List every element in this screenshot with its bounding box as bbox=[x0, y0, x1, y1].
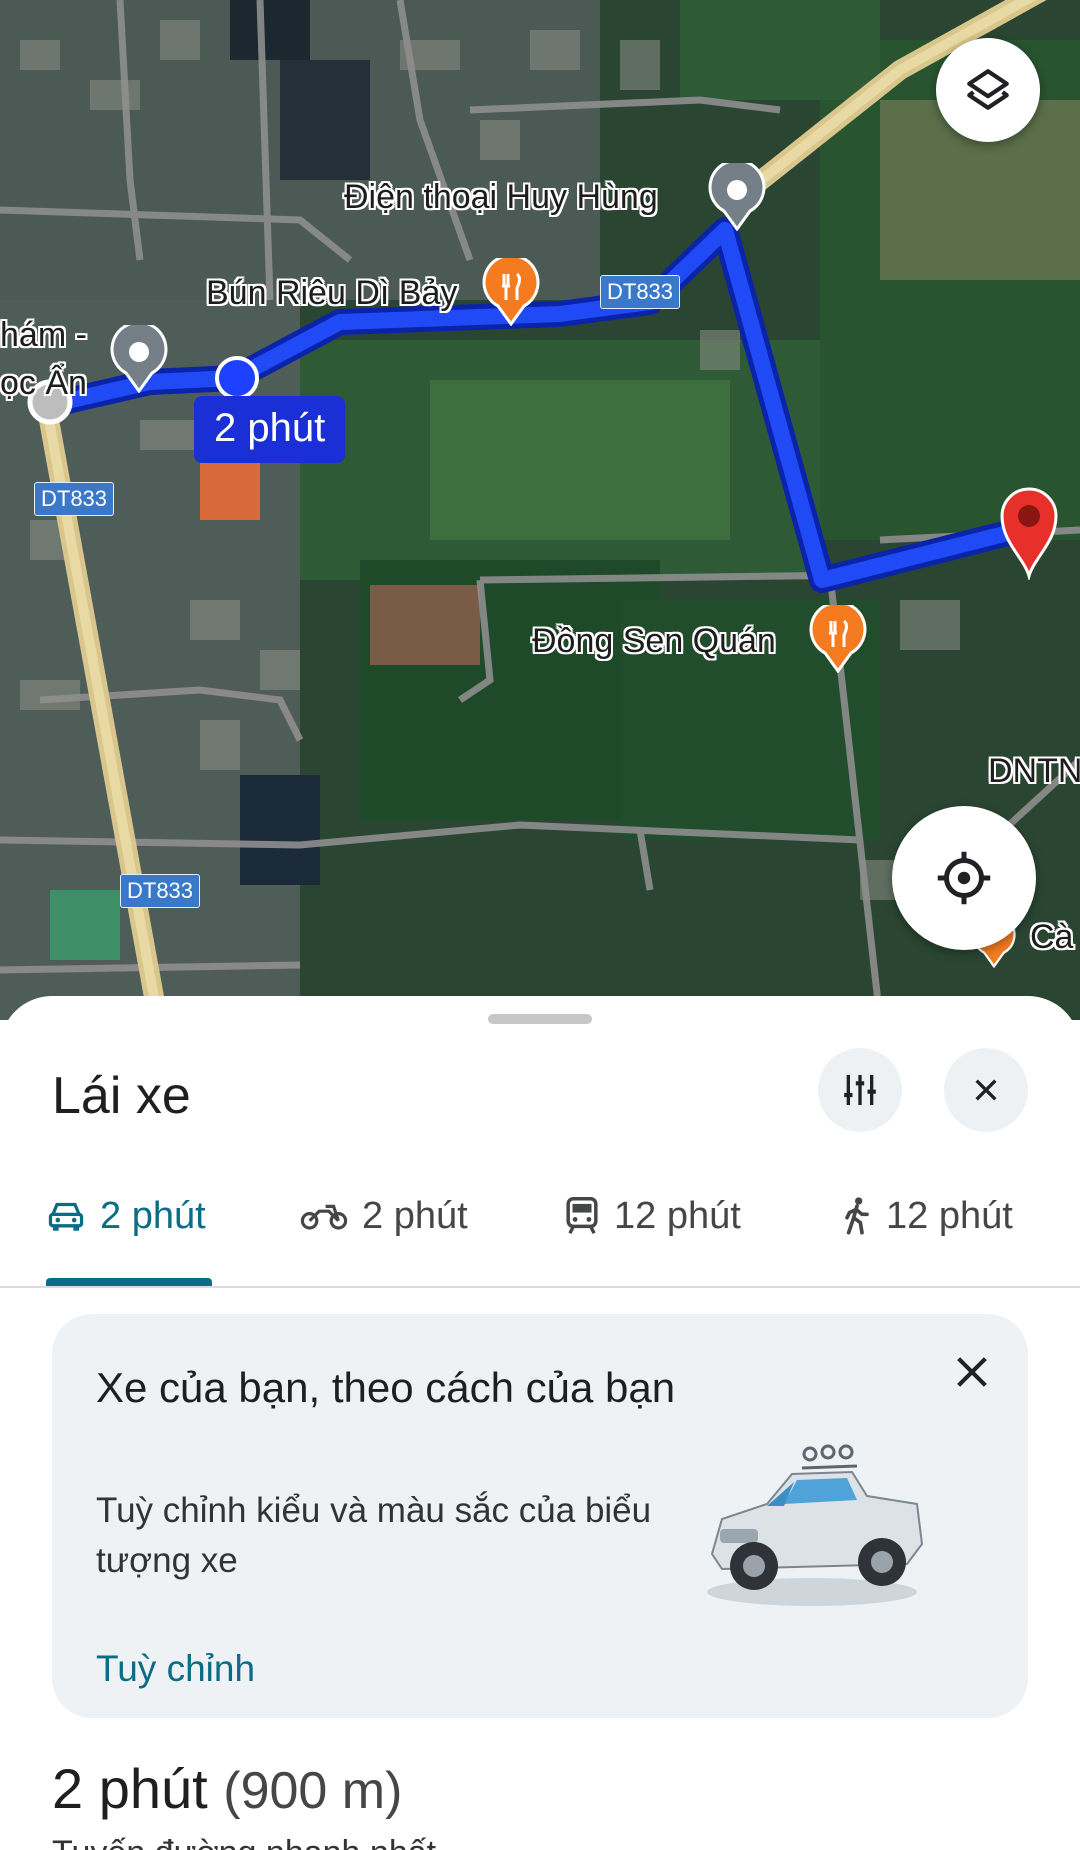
layers-button[interactable] bbox=[936, 38, 1040, 142]
walk-icon bbox=[842, 1196, 872, 1236]
customize-link[interactable]: Tuỳ chỉnh bbox=[96, 1648, 255, 1690]
close-directions-button[interactable] bbox=[944, 1048, 1028, 1132]
selected-tab-indicator bbox=[46, 1278, 212, 1286]
tune-icon bbox=[844, 1075, 876, 1105]
travel-mode-tabs: 2 phút 2 phút 12 phút 12 phút bbox=[0, 1186, 1080, 1290]
layers-icon bbox=[967, 69, 1009, 110]
destination-pin-icon[interactable] bbox=[994, 480, 1064, 582]
restaurant-pin-icon[interactable] bbox=[809, 600, 867, 674]
close-icon bbox=[957, 1357, 987, 1387]
restaurant-pin-icon[interactable] bbox=[482, 253, 540, 327]
tabs-divider bbox=[0, 1286, 1080, 1288]
route-summary[interactable]: 2 phút (900 m) bbox=[52, 1756, 402, 1821]
transit-icon bbox=[564, 1197, 600, 1235]
my-location-icon bbox=[937, 851, 991, 905]
sheet-title: Lái xe bbox=[52, 1067, 191, 1125]
directions-sheet: Lái xe 2 phút 2 phút 12 phút 12 phút Xe … bbox=[0, 996, 1080, 1850]
promo-close-button[interactable] bbox=[944, 1344, 1000, 1400]
gray-poi-pin-icon[interactable] bbox=[110, 320, 168, 394]
map-view[interactable]: Điện thoại Huy Hùng Bún Riêu Dì Bảy Đồng… bbox=[0, 0, 1080, 1020]
map-label-left-place-bottom[interactable]: ọc Ẩn bbox=[0, 364, 87, 403]
promo-title: Xe của bạn, theo cách của bạn bbox=[96, 1364, 676, 1411]
drag-handle[interactable] bbox=[488, 1014, 592, 1024]
tab-driving[interactable]: 2 phút bbox=[46, 1186, 206, 1246]
motorbike-icon bbox=[300, 1199, 348, 1233]
route-time-bubble[interactable]: 2 phút bbox=[194, 396, 346, 463]
route-distance: (900 m) bbox=[223, 1762, 403, 1820]
tab-transit[interactable]: 12 phút bbox=[564, 1186, 741, 1246]
route-description-cut: Tuyến đường nhanh nhất bbox=[52, 1836, 552, 1850]
map-label-left-place-top[interactable]: hám - bbox=[0, 316, 87, 355]
road-shield: DT833 bbox=[120, 874, 201, 908]
map-label-dong-sen[interactable]: Đồng Sen Quán bbox=[532, 622, 776, 661]
tab-driving-label: 2 phút bbox=[100, 1194, 206, 1237]
tab-transit-label: 12 phút bbox=[614, 1194, 741, 1237]
map-label-ca[interactable]: Cà bbox=[1030, 918, 1073, 957]
tab-motorbike-label: 2 phút bbox=[362, 1194, 468, 1237]
close-icon bbox=[975, 1079, 997, 1101]
map-label-phone-shop[interactable]: Điện thoại Huy Hùng bbox=[344, 178, 658, 217]
route-description: Tuyến đường nhanh nhất bbox=[52, 1836, 436, 1850]
tab-walking-label: 12 phút bbox=[886, 1194, 1013, 1237]
gray-poi-pin-icon[interactable] bbox=[708, 158, 766, 232]
vehicle-icon-promo-card: Xe của bạn, theo cách của bạn Tuỳ chỉnh … bbox=[52, 1314, 1028, 1718]
car-icon bbox=[46, 1198, 86, 1234]
my-location-button[interactable] bbox=[892, 806, 1036, 950]
tab-motorbike[interactable]: 2 phút bbox=[300, 1186, 468, 1246]
promo-description: Tuỳ chỉnh kiểu và màu sắc của biểu tượng… bbox=[96, 1491, 652, 1580]
road-shield: DT833 bbox=[600, 275, 681, 309]
tab-walking[interactable]: 12 phút bbox=[842, 1186, 1013, 1246]
map-label-bun-rieu[interactable]: Bún Riêu Dì Bảy bbox=[206, 274, 457, 313]
route-duration: 2 phút bbox=[52, 1757, 208, 1820]
car-illustration bbox=[692, 1434, 932, 1614]
route-options-button[interactable] bbox=[818, 1048, 902, 1132]
map-label-dntn[interactable]: DNTN bbox=[988, 752, 1080, 791]
road-shield: DT833 bbox=[34, 482, 115, 516]
